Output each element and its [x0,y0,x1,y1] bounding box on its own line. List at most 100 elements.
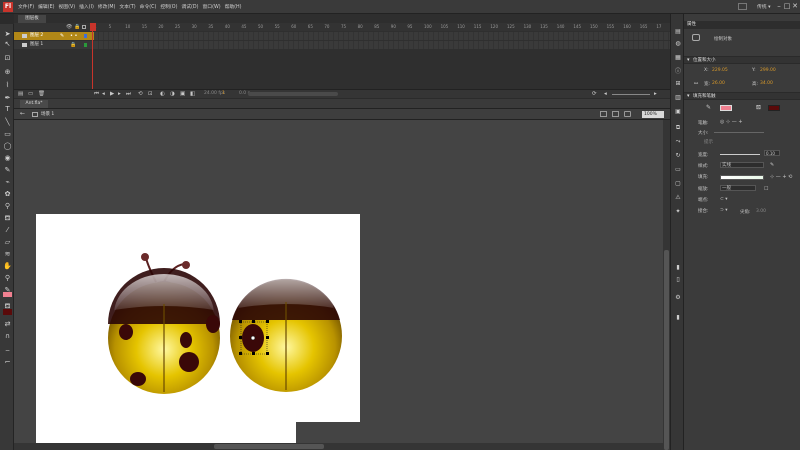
swatches-panel-icon[interactable]: ▦ [674,54,682,62]
document-tab[interactable]: Ant.fla* [20,100,48,108]
minimize-icon[interactable]: – [775,2,783,11]
width-tool-icon[interactable]: ≋ [3,250,12,258]
menu-text[interactable]: 文本(T) [119,3,135,10]
align-panel-icon[interactable]: ▤ [674,28,682,36]
menu-commands[interactable]: 命令(C) [140,3,157,10]
prev-frame-icon[interactable]: ◂ [102,91,105,97]
library-panel-icon[interactable]: ▣ [674,108,682,116]
output-panel-icon[interactable]: ▢ [674,180,682,188]
rectangle-tool-icon[interactable]: ▭ [3,130,12,138]
scroll-thumb[interactable] [664,250,669,450]
scene-panel-icon[interactable]: ▭ [674,166,682,174]
lock-icon[interactable]: 🔒 [74,24,80,30]
fill-preview[interactable] [720,175,764,180]
layer-color-swatch[interactable] [84,34,87,38]
lasso-tool-icon[interactable]: ⌇ [3,81,12,89]
menu-insert[interactable]: 插入(I) [79,3,94,10]
stroke-width-slider[interactable] [720,154,760,155]
deco-tool-icon[interactable]: ✿ [3,190,12,198]
selection-handle[interactable] [252,320,255,323]
behaviors-panel-icon[interactable]: ▮ [674,314,682,322]
smooth-icon[interactable]: ⌢ [3,346,12,354]
selection-handle[interactable] [266,352,269,355]
fill-color-swatch[interactable] [768,105,780,111]
layer-frames-2[interactable] [94,32,670,40]
new-folder-icon[interactable]: ▭ [28,91,33,97]
eyedropper-icon[interactable]: ⁄ [3,226,12,234]
height-value[interactable]: 34.00 [760,81,773,86]
info-panel-icon[interactable]: ⓘ [674,68,682,76]
3d-rotation-icon[interactable]: ⊕ [3,68,12,76]
strings-panel-icon[interactable]: ▯ [674,276,682,284]
stroke-options-icon[interactable]: ◎ ⊹ — + [720,119,743,125]
polystar-tool-icon[interactable]: ◉ [3,154,12,162]
horizontal-scrollbar[interactable] [14,443,670,450]
timeline-tab[interactable]: 图层板 [18,15,46,23]
onion-skin-icon[interactable]: ◐ [160,91,165,97]
layer-row-2[interactable]: 图层 2 ✎ • • [14,32,94,40]
outline-icon[interactable] [82,25,86,29]
y-value[interactable]: 299.00 [760,68,776,73]
back-arrow-icon[interactable]: ← [20,110,25,117]
visibility-dots[interactable]: • • [70,32,78,40]
maximize-icon[interactable]: □ [783,2,791,11]
playhead-handle[interactable] [90,23,96,31]
menu-file[interactable]: 文件(F) [18,3,34,10]
onion-outline-icon[interactable]: ◑ [170,91,175,97]
ladybug-left[interactable] [108,253,220,394]
color-panel-icon[interactable]: ◍ [674,40,682,48]
oval-tool-icon[interactable]: ◯ [3,142,12,150]
history-panel-icon[interactable]: ↻ [674,152,682,160]
center-frame-icon[interactable]: ⊡ [148,91,153,97]
join-select[interactable]: ⊃ ▾ [720,208,727,213]
selection-handle[interactable] [266,320,269,323]
free-transform-icon[interactable]: ⊡ [3,54,12,62]
center-stage-icon[interactable] [624,111,631,117]
compiler-panel-icon[interactable]: ⚠ [674,194,682,202]
accessibility-panel-icon[interactable]: ⚙ [674,294,682,302]
menu-control[interactable]: 控制(O) [160,3,177,10]
fill-stroke-section[interactable]: 填充和笔触 [684,92,800,100]
components-panel-icon[interactable]: ▥ [674,94,682,102]
menu-view[interactable]: 视图(V) [58,3,75,10]
next-frame-icon[interactable]: ▸ [118,91,121,97]
selection-handle[interactable] [239,352,242,355]
scene-breadcrumb[interactable]: 场景 1 [41,111,54,117]
movie-explorer-icon[interactable]: ✦ [674,208,682,216]
paint-bucket-icon[interactable]: ⛾ [3,214,12,222]
first-frame-icon[interactable]: ⏮ [94,91,99,98]
ladybug-right[interactable] [230,276,342,392]
eye-icon[interactable]: 👁 [66,24,72,30]
edit-symbol-icon[interactable] [612,111,619,117]
hand-tool-icon[interactable]: ✋ [3,262,12,270]
width-value[interactable]: 26.00 [712,81,725,86]
current-frame-readout[interactable]: 1 [222,91,225,96]
new-layer-icon[interactable]: ▤ [18,91,23,97]
menu-debug[interactable]: 调试(D) [181,3,198,10]
x-value[interactable]: 229.05 [712,68,728,73]
project-panel-icon[interactable]: ▮ [674,264,682,272]
pen-tool-icon[interactable]: ✒ [3,94,12,102]
vertical-scrollbar[interactable] [663,120,670,450]
hint-checkbox[interactable]: ☐ [764,186,768,192]
stroke-color-swatch[interactable] [720,105,732,111]
close-icon[interactable]: ✕ [791,2,799,11]
straighten-icon[interactable]: ⌐ [3,358,12,366]
transform-panel-icon[interactable]: ⊞ [674,80,682,88]
selection-handle[interactable] [266,336,269,339]
edit-multiple-icon[interactable]: ▣ [180,91,185,97]
layer-color-swatch[interactable] [84,43,87,47]
cap-select[interactable]: ⊂ ▾ [720,197,727,202]
eraser-tool-icon[interactable]: ▱ [3,238,12,246]
selection-tool-icon[interactable]: ➤ [3,30,12,38]
delete-layer-icon[interactable]: 🗑 [38,91,45,97]
bone-tool-icon[interactable]: ⚲ [3,202,12,210]
timeline-options-icon[interactable]: ⟳ [592,91,597,97]
text-tool-icon[interactable]: T [3,105,12,113]
selection-handle[interactable] [239,320,242,323]
miter-value[interactable]: 3.00 [756,209,766,214]
motion-presets-icon[interactable]: ⤳ [674,138,682,146]
menu-edit[interactable]: 编辑(E) [38,3,54,10]
code-panel-icon[interactable]: ⧉ [674,124,682,132]
layer-row-1[interactable]: 图层 1 🔒 [14,41,94,49]
